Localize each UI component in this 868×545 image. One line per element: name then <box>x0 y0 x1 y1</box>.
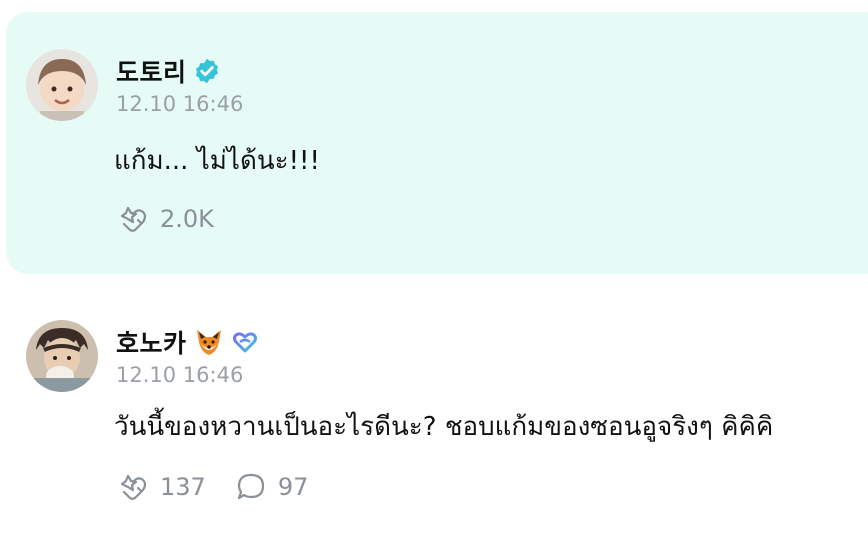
post-text: วันนี้ของหวานเป็นอะไรดีนะ? ชอบแก้มของซอน… <box>114 412 774 442</box>
post-timestamp: 12.10 16:46 <box>116 363 244 387</box>
comment-bubble-icon <box>237 473 264 500</box>
post-timestamp: 12.10 16:46 <box>116 92 244 116</box>
fox-emoji-icon <box>196 330 221 355</box>
avatar[interactable] <box>26 320 98 392</box>
like-count: 2.0K <box>160 205 214 233</box>
sparkle-heart-icon <box>120 206 147 232</box>
verified-badge-icon <box>195 58 218 84</box>
post-actions: 137 97 <box>116 470 308 504</box>
like-button[interactable]: 137 <box>116 470 206 504</box>
heart-badge-icon <box>232 332 257 353</box>
like-button[interactable]: 2.0K <box>116 202 214 236</box>
comment-count: 97 <box>277 473 309 501</box>
author-name[interactable]: 도토리 <box>116 53 187 89</box>
sparkle-heart-icon <box>120 474 147 500</box>
comment-button[interactable]: 97 <box>234 470 309 504</box>
avatar[interactable] <box>26 49 98 121</box>
author-name[interactable]: 호노카 <box>116 324 187 360</box>
post-card[interactable]: 호노카 12.10 16:46 วันนี้ของหวานเป็นอะไรดีน… <box>0 300 868 530</box>
author-name-row: 도토리 <box>116 53 221 89</box>
post-text: แก้ม... ไม่ได้นะ!!! <box>114 146 320 176</box>
post-actions: 2.0K <box>116 202 214 236</box>
author-name-row: 호노카 <box>116 324 259 360</box>
like-count: 137 <box>160 473 206 501</box>
post-card-highlighted[interactable]: 도토리 12.10 16:46 แก้ม... ไม่ได้นะ!!! 2.0K <box>0 12 868 274</box>
